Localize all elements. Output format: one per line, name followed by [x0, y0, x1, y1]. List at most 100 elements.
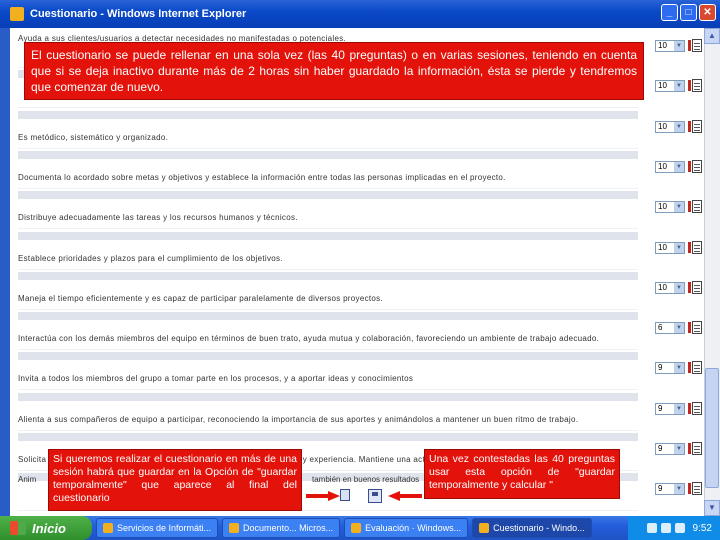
window-title-bar[interactable]: Cuestionario - Windows Internet Explorer…	[0, 0, 720, 28]
sheet-icon	[692, 280, 702, 294]
maximize-button[interactable]: □	[680, 4, 697, 21]
question-row: Alienta a sus compañeros de equipo a par…	[12, 392, 704, 433]
tray-icon[interactable]	[646, 523, 657, 533]
question-row-band	[18, 110, 638, 119]
question-row-band	[18, 150, 638, 159]
taskbar-item[interactable]: Documento... Micros...	[222, 518, 341, 538]
chevron-down-icon[interactable]: ▼	[674, 444, 684, 454]
question-text: Maneja el tiempo eficientemente y es cap…	[18, 293, 383, 303]
score-select[interactable]: 10 ▼	[655, 160, 685, 173]
save-temporarily-icon[interactable]	[340, 489, 350, 501]
score-value: 9	[658, 363, 663, 373]
scrollbar-thumb[interactable]	[705, 368, 719, 488]
row-divider	[18, 268, 638, 270]
notes-icon[interactable]	[688, 401, 702, 415]
notes-icon[interactable]	[688, 39, 702, 52]
chevron-down-icon[interactable]: ▼	[674, 282, 684, 293]
sheet-icon	[692, 401, 702, 415]
chevron-down-icon[interactable]: ▼	[674, 242, 684, 253]
marker-icon	[688, 40, 691, 51]
chevron-down-icon[interactable]: ▼	[674, 363, 684, 374]
notes-icon[interactable]	[688, 200, 702, 214]
question-text: Alienta a sus compañeros de equipo a par…	[18, 414, 579, 424]
notes-icon[interactable]	[688, 79, 702, 93]
score-value: 10	[658, 161, 667, 171]
save-and-calculate-icon[interactable]	[368, 489, 382, 503]
score-select[interactable]: 9 ▼	[655, 483, 685, 496]
sheet-icon	[692, 321, 702, 335]
row-divider	[18, 308, 638, 310]
chevron-down-icon[interactable]: ▼	[674, 202, 684, 213]
question-row: Documenta lo acordado sobre metas y obje…	[12, 150, 704, 191]
chevron-down-icon[interactable]: ▼	[674, 41, 684, 51]
callout-save-and-calculate: Una vez contestadas las 40 preguntas usa…	[424, 449, 620, 499]
question-row-band	[18, 433, 638, 441]
chevron-down-icon[interactable]: ▼	[674, 323, 684, 334]
question-text: Documenta lo acordado sobre metas y obje…	[18, 172, 506, 182]
partial-question-text-right: también en buenos resultados	[312, 475, 420, 484]
scroll-down-arrow-icon[interactable]: ▼	[704, 500, 720, 516]
taskbar: Inicio Servicios de Informáti... Documen…	[0, 516, 720, 540]
score-value: 10	[658, 121, 667, 131]
chevron-down-icon[interactable]: ▼	[674, 161, 684, 172]
taskbar-item-label: Evaluación · Windows...	[365, 523, 462, 533]
close-button[interactable]: ✕	[699, 4, 716, 21]
marker-icon	[688, 160, 691, 172]
notes-icon[interactable]	[688, 361, 702, 375]
notes-icon[interactable]	[688, 321, 702, 335]
sheet-icon	[692, 119, 702, 133]
score-value: 9	[658, 484, 663, 494]
row-divider	[18, 147, 638, 149]
notes-icon[interactable]	[688, 442, 702, 455]
score-select[interactable]: 10 ▼	[655, 241, 685, 254]
arrow-left-icon	[388, 491, 422, 501]
start-button[interactable]: Inicio	[0, 516, 92, 540]
row-divider	[18, 187, 638, 189]
score-value: 9	[658, 444, 663, 453]
sheet-icon	[692, 79, 702, 93]
sheet-icon	[692, 200, 702, 214]
taskbar-item-active[interactable]: Cuestionario - Windo...	[472, 518, 592, 538]
windows-flag-icon	[10, 521, 26, 535]
question-row: Maneja el tiempo eficientemente y es cap…	[12, 271, 704, 312]
question-text: Establece prioridades y plazos para el c…	[18, 253, 283, 263]
notes-icon[interactable]	[688, 280, 702, 294]
score-select[interactable]: 9 ▼	[655, 362, 685, 375]
notes-icon[interactable]	[688, 482, 702, 496]
marker-icon	[688, 241, 691, 253]
question-row: Es metódico, sistemático y organizado. 10…	[12, 110, 704, 151]
notes-icon[interactable]	[688, 159, 702, 173]
notes-icon[interactable]	[688, 240, 702, 254]
scroll-up-arrow-icon[interactable]: ▲	[704, 28, 720, 44]
score-select[interactable]: 10 ▼	[655, 281, 685, 294]
score-select[interactable]: 9 ▼	[655, 443, 685, 455]
score-select[interactable]: 10 ▼	[655, 40, 685, 52]
tray-icon[interactable]	[660, 523, 671, 533]
chevron-down-icon[interactable]: ▼	[674, 121, 684, 132]
minimize-button[interactable]: _	[661, 4, 678, 21]
question-row-band	[18, 271, 638, 280]
taskbar-item[interactable]: Evaluación · Windows...	[344, 518, 469, 538]
notes-icon[interactable]	[688, 119, 702, 133]
score-value: 10	[658, 282, 667, 292]
chevron-down-icon[interactable]: ▼	[674, 81, 684, 92]
sheet-icon	[692, 482, 702, 496]
score-select[interactable]: 10 ▼	[655, 120, 685, 133]
score-select[interactable]: 9 ▼	[655, 402, 685, 415]
score-select[interactable]: 6 ▼	[655, 322, 685, 335]
score-select[interactable]: 10 ▼	[655, 201, 685, 214]
sheet-icon	[692, 39, 702, 52]
taskbar-item[interactable]: Servicios de Informáti...	[96, 518, 219, 538]
sheet-icon	[692, 442, 702, 455]
score-value: 6	[658, 323, 663, 333]
chevron-down-icon[interactable]: ▼	[674, 403, 684, 414]
chevron-down-icon[interactable]: ▼	[674, 484, 684, 495]
tray-icon[interactable]	[674, 523, 685, 533]
window-left-border	[0, 28, 10, 516]
row-divider	[18, 349, 638, 351]
question-row: Distribuye adecuadamente las tareas y lo…	[12, 191, 704, 231]
vertical-scrollbar[interactable]: ▲ ▼	[704, 28, 720, 516]
score-select[interactable]: 10 ▼	[655, 80, 685, 93]
question-row-band	[18, 312, 638, 321]
marker-icon	[688, 120, 691, 132]
